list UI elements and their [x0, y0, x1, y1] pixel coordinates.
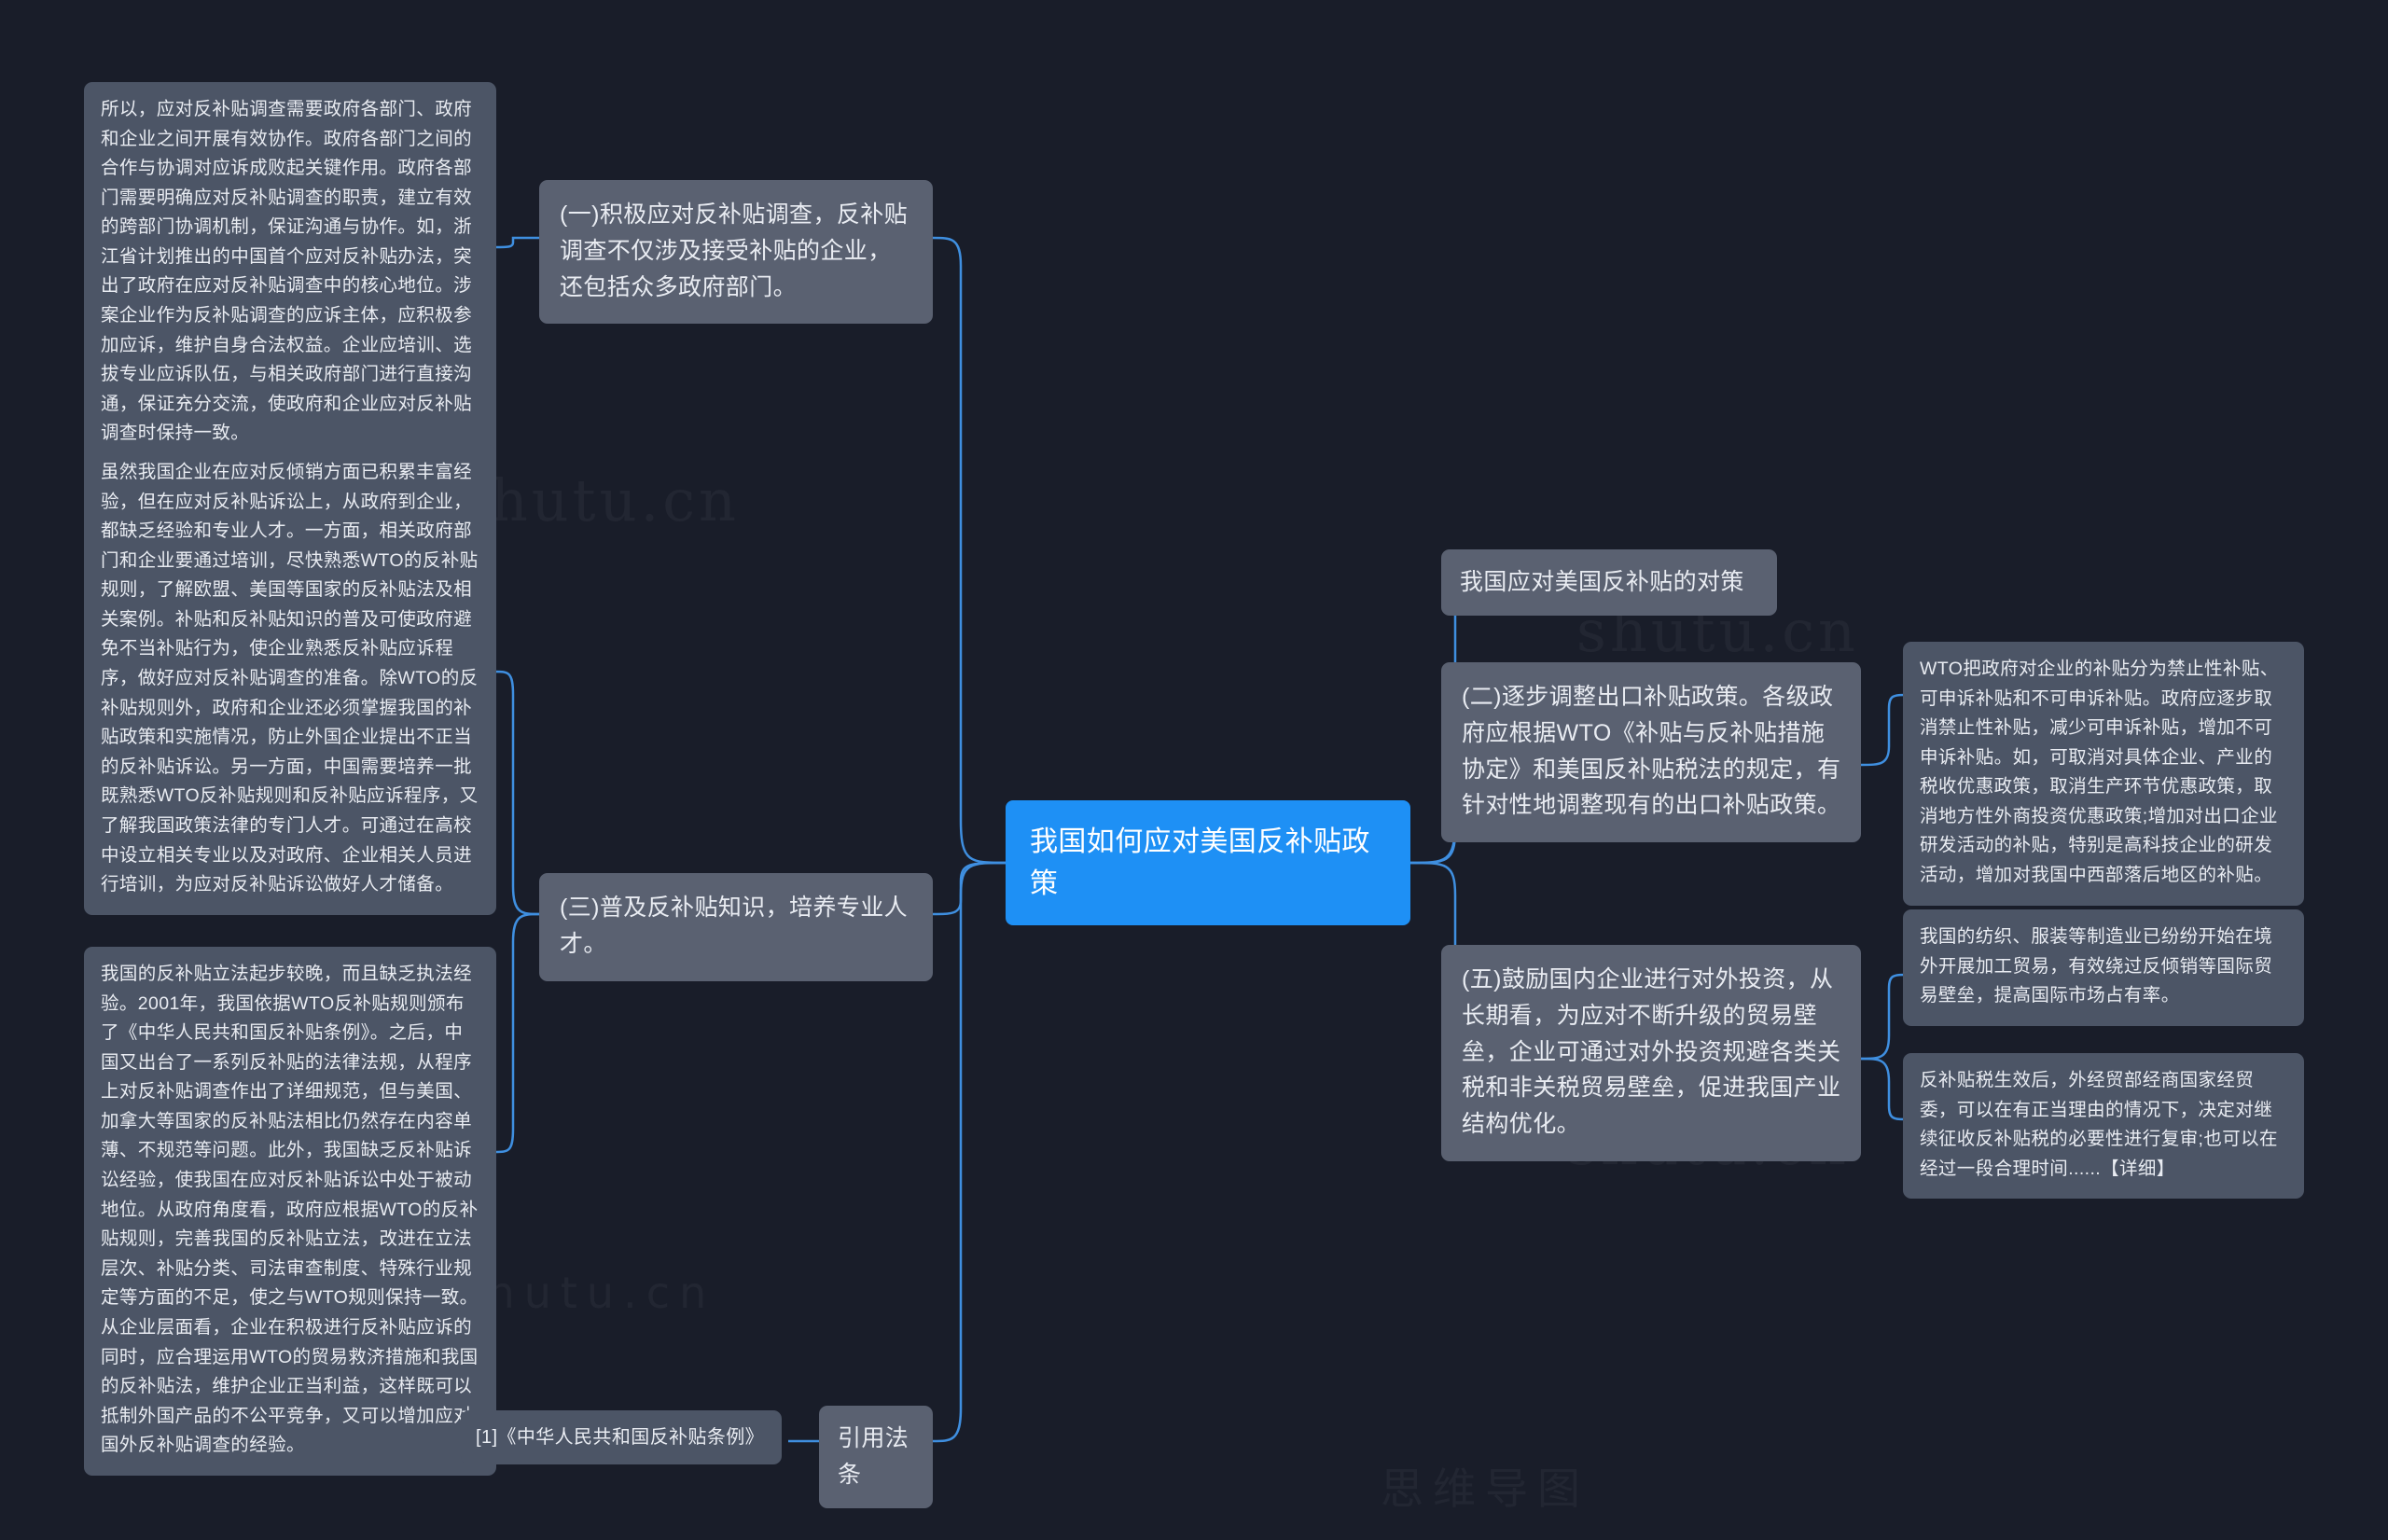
- leaf-node-cooperation[interactable]: 所以，应对反补贴调查需要政府各部门、政府和企业之间开展有效协作。政府各部门之间的…: [84, 82, 496, 464]
- leaf-node-citation-law[interactable]: [1]《中华人民共和国反补贴条例》: [461, 1410, 782, 1465]
- mindmap-canvas: shutu.cn shutu.cn shutu.cn 思维导图 shutu.cn…: [0, 0, 2388, 1540]
- branch-node-five[interactable]: (五)鼓励国内企业进行对外投资，从长期看，为应对不断升级的贸易壁垒，企业可通过对…: [1441, 945, 1861, 1161]
- leaf-node-talent[interactable]: 虽然我国企业在应对反倾销方面已积累丰富经验，但在应对反补贴诉讼上，从政府到企业，…: [84, 445, 496, 915]
- root-node[interactable]: 我国如何应对美国反补贴政策: [1006, 800, 1410, 925]
- branch-node-countermeasures-title[interactable]: 我国应对美国反补贴的对策: [1441, 549, 1777, 616]
- leaf-node-legislation[interactable]: 我国的反补贴立法起步较晚，而且缺乏执法经验。2001年，我国依据WTO反补贴规则…: [84, 947, 496, 1476]
- watermark-text: 思维导图: [1381, 1455, 1590, 1517]
- branch-node-two[interactable]: (二)逐步调整出口补贴政策。各级政府应根据WTO《补贴与反补贴措施协定》和美国反…: [1441, 662, 1861, 842]
- leaf-node-wto-subsidy-types[interactable]: WTO把政府对企业的补贴分为禁止性补贴、可申诉补贴和不可申诉补贴。政府应逐步取消…: [1903, 642, 2304, 906]
- branch-node-one[interactable]: (一)积极应对反补贴调查，反补贴调查不仅涉及接受补贴的企业，还包括众多政府部门。: [539, 180, 933, 325]
- branch-node-three[interactable]: (三)普及反补贴知识，培养专业人才。: [539, 873, 933, 981]
- branch-node-citation[interactable]: 引用法条: [819, 1406, 933, 1508]
- leaf-node-review-procedure[interactable]: 反补贴税生效后，外经贸部经商国家经贸委，可以在有正当理由的情况下，决定对继续征收…: [1903, 1053, 2304, 1200]
- watermark-text: shutu.cn: [457, 466, 740, 534]
- leaf-node-overseas-processing[interactable]: 我国的纺织、服装等制造业已纷纷开始在境外开展加工贸易，有效绕过反倾销等国际贸易壁…: [1903, 909, 2304, 1026]
